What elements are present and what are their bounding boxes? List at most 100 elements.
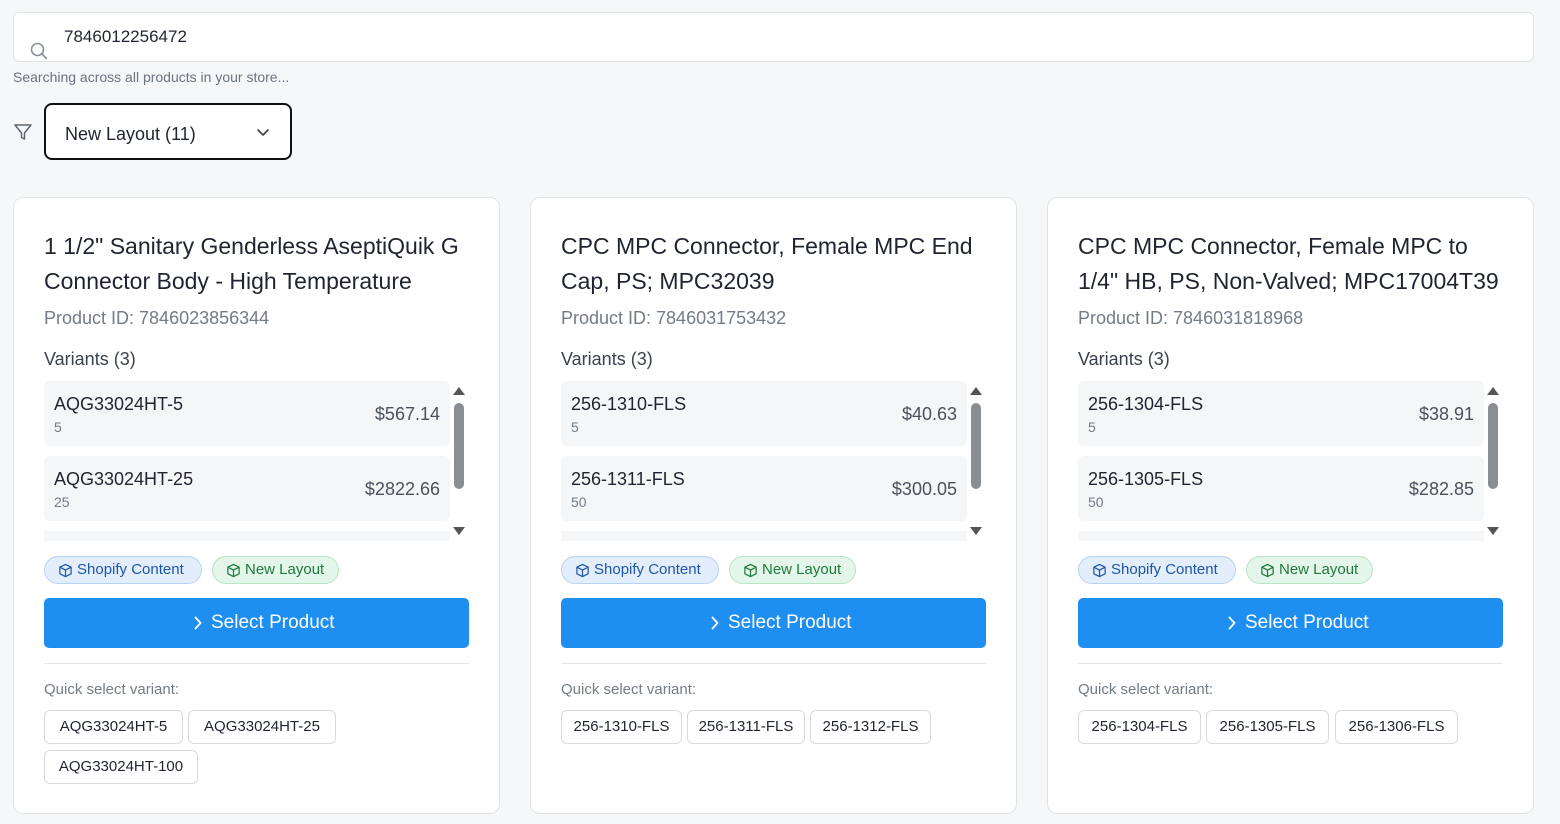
product-title: CPC MPC Connector, Female MPC to 1/4" HB… — [1078, 233, 1499, 294]
variants-heading: Variants (3) — [44, 349, 136, 369]
variant-sku: 256-1304-FLS — [1088, 394, 1204, 414]
select-product-button[interactable]: Select Product — [44, 598, 469, 648]
variant-item[interactable]: AQG33024HT-5 5 $567.14 — [44, 381, 450, 446]
variant-sku: 256-1305-FLS — [1088, 469, 1204, 489]
variant-list[interactable]: 256-1304-FLS 5 $38.91 256-1305-FLS 50 $2… — [1078, 381, 1503, 541]
chevron-down-icon — [257, 129, 269, 136]
cube-icon — [1093, 563, 1106, 578]
select-product-label: Select Product — [211, 612, 335, 633]
select-product-label: Select Product — [1245, 612, 1369, 633]
variant-qty: 25 — [54, 494, 70, 510]
variant-price: $567.14 — [374, 404, 440, 424]
tag-new-layout: New Layout — [212, 556, 339, 584]
tag-new-layout: New Layout — [1246, 556, 1373, 584]
filter-icon — [14, 124, 32, 140]
product-card: 1 1/2" Sanitary Genderless AseptiQuik G … — [13, 197, 500, 814]
select-product-button[interactable]: Select Product — [561, 598, 986, 648]
scroll-down-arrow[interactable] — [970, 527, 982, 535]
variant-item[interactable]: 256-1305-FLS 50 $282.85 — [1078, 456, 1484, 521]
layout-filter-value: New Layout (11) — [65, 124, 196, 144]
variant-qty: 5 — [1088, 419, 1096, 435]
search-box — [13, 12, 1534, 62]
cube-icon — [59, 563, 72, 578]
quick-variant-chip[interactable]: 256-1304-FLS — [1078, 710, 1201, 744]
variant-sku: 256-1311-FLS — [571, 469, 685, 489]
scroll-up-arrow[interactable] — [453, 387, 465, 395]
variant-price: $40.63 — [901, 404, 957, 424]
variant-item-partial — [561, 531, 967, 541]
variant-item[interactable]: AQG33024HT-25 25 $2822.66 — [44, 456, 450, 521]
product-card: CPC MPC Connector, Female MPC to 1/4" HB… — [1047, 197, 1534, 814]
variant-qty: 5 — [54, 419, 62, 435]
scroll-up-arrow[interactable] — [970, 387, 982, 395]
scroll-down-arrow[interactable] — [1487, 527, 1499, 535]
product-card: CPC MPC Connector, Female MPC End Cap, P… — [530, 197, 1017, 814]
divider — [44, 663, 469, 664]
variant-price: $38.91 — [1418, 404, 1474, 424]
variant-sku: AQG33024HT-25 — [54, 469, 194, 489]
quick-variant-chip[interactable]: AQG33024HT-25 — [188, 710, 336, 744]
product-id: Product ID: 7846031818968 — [1078, 308, 1304, 328]
variant-item[interactable]: 256-1311-FLS 50 $300.05 — [561, 456, 967, 521]
variant-price: $300.05 — [891, 479, 957, 499]
select-product-button[interactable]: Select Product — [1078, 598, 1503, 648]
quick-variant-chip[interactable]: AQG33024HT-100 — [44, 750, 198, 784]
divider — [1078, 663, 1503, 664]
variant-item-partial — [44, 531, 450, 541]
tag-shopify-content: Shopify Content — [561, 556, 719, 584]
tag-shopify-content: Shopify Content — [44, 556, 202, 584]
scrollbar-thumb[interactable] — [1488, 403, 1498, 489]
cube-icon — [576, 563, 589, 578]
scroll-down-arrow[interactable] — [453, 527, 465, 535]
variant-qty: 5 — [571, 419, 579, 435]
tag-new-layout: New Layout — [729, 556, 856, 584]
quick-select-label: Quick select variant: — [44, 681, 180, 698]
select-product-label: Select Product — [728, 612, 852, 633]
chevron-right-icon — [1228, 616, 1236, 630]
quick-variant-chip[interactable]: 256-1306-FLS — [1335, 710, 1458, 744]
tag-shopify-content: Shopify Content — [1078, 556, 1236, 584]
product-id: Product ID: 7846031753432 — [561, 308, 787, 328]
variant-qty: 50 — [1088, 494, 1104, 510]
search-input[interactable] — [64, 23, 1464, 51]
cube-icon — [1261, 563, 1274, 578]
chevron-right-icon — [711, 616, 719, 630]
cube-icon — [227, 563, 240, 578]
variants-heading: Variants (3) — [1078, 349, 1170, 369]
variants-heading: Variants (3) — [561, 349, 653, 369]
quick-variant-chip[interactable]: AQG33024HT-5 — [44, 710, 183, 744]
variant-price: $2822.66 — [364, 479, 440, 499]
quick-variant-chip[interactable]: 256-1311-FLS — [687, 710, 805, 744]
tag-label: New Layout — [245, 561, 325, 578]
tag-label: Shopify Content — [1111, 561, 1218, 578]
variant-item[interactable]: 256-1310-FLS 5 $40.63 — [561, 381, 967, 446]
variant-list[interactable]: 256-1310-FLS 5 $40.63 256-1311-FLS 50 $3… — [561, 381, 986, 541]
layout-filter-select[interactable]: New Layout (11) — [44, 103, 292, 160]
cube-icon — [744, 563, 757, 578]
variant-qty: 50 — [571, 494, 587, 510]
quick-select-label: Quick select variant: — [1078, 681, 1214, 698]
tag-label: Shopify Content — [594, 561, 701, 578]
variant-item-partial — [1078, 531, 1484, 541]
variant-price: $282.85 — [1408, 479, 1474, 499]
quick-variant-chip[interactable]: 256-1312-FLS — [810, 710, 931, 744]
chevron-right-icon — [194, 616, 202, 630]
search-hint: Searching across all products in your st… — [13, 69, 290, 85]
scrollbar-thumb[interactable] — [971, 403, 981, 489]
variant-item[interactable]: 256-1304-FLS 5 $38.91 — [1078, 381, 1484, 446]
product-title: 1 1/2" Sanitary Genderless AseptiQuik G … — [44, 233, 459, 294]
product-title: CPC MPC Connector, Female MPC End Cap, P… — [561, 233, 973, 294]
tag-label: Shopify Content — [77, 561, 184, 578]
variant-list[interactable]: AQG33024HT-5 5 $567.14 AQG33024HT-25 25 … — [44, 381, 469, 541]
scrollbar-thumb[interactable] — [454, 403, 464, 489]
search-icon — [30, 42, 48, 60]
tag-label: New Layout — [1279, 561, 1359, 578]
variant-sku: AQG33024HT-5 — [54, 394, 184, 414]
product-id: Product ID: 7846023856344 — [44, 308, 270, 328]
quick-variant-chip[interactable]: 256-1310-FLS — [561, 710, 682, 744]
quick-variant-chip[interactable]: 256-1305-FLS — [1206, 710, 1329, 744]
quick-select-label: Quick select variant: — [561, 681, 697, 698]
variant-sku: 256-1310-FLS — [571, 394, 687, 414]
scroll-up-arrow[interactable] — [1487, 387, 1499, 395]
tag-label: New Layout — [762, 561, 842, 578]
